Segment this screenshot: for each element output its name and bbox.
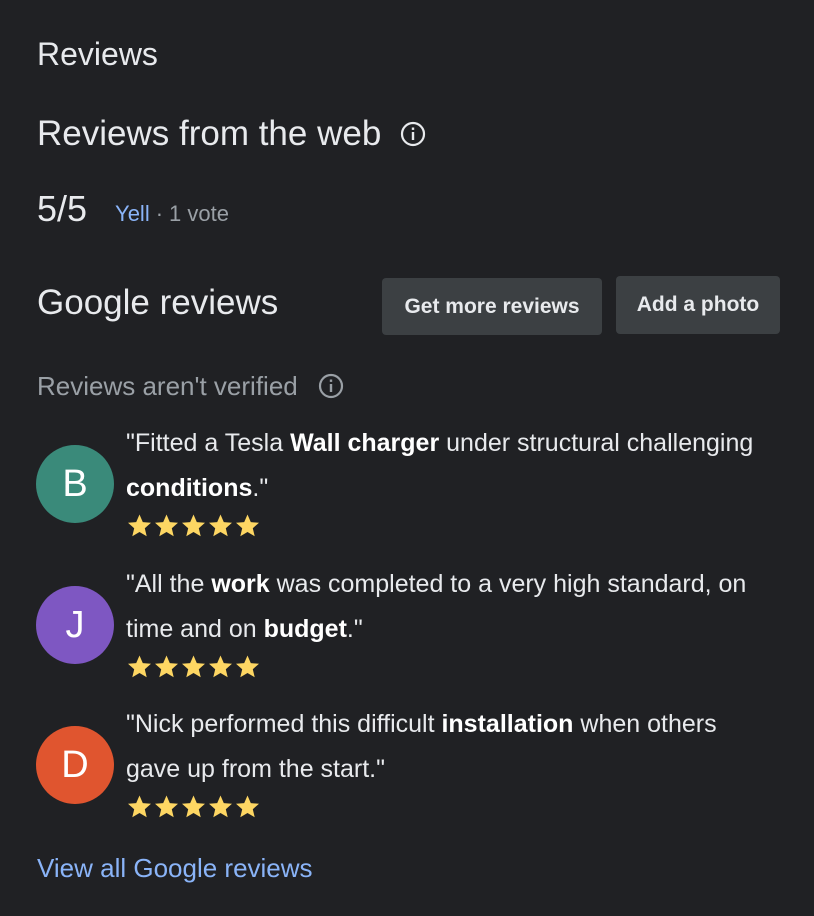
star-icon xyxy=(128,655,151,678)
review-text-segment: ." xyxy=(252,474,269,502)
unverified-note: Reviews aren't verified xyxy=(37,368,344,404)
page-title: Reviews xyxy=(37,36,158,72)
star-icon xyxy=(155,514,178,537)
vote-count: 1 vote xyxy=(169,201,229,226)
add-photo-button[interactable]: Add a photo xyxy=(616,276,780,334)
avatar[interactable]: B xyxy=(36,445,114,523)
rating-source-link[interactable]: Yell xyxy=(115,201,150,227)
review-text-segment: under structural challenging xyxy=(439,429,754,457)
review-keyword: Wall charger xyxy=(290,429,440,457)
review-text-segment: "Nick performed this difficult xyxy=(126,710,442,738)
info-icon[interactable] xyxy=(400,121,426,147)
avatar[interactable]: J xyxy=(36,586,114,664)
info-icon[interactable] xyxy=(318,373,344,399)
star-icon xyxy=(182,514,205,537)
star-icon xyxy=(209,655,232,678)
separator-dot: · xyxy=(155,201,164,226)
star-icon xyxy=(155,795,178,818)
rating-score: 5/5 xyxy=(37,188,88,229)
star-icon xyxy=(236,655,259,678)
web-reviews-heading: Reviews from the web xyxy=(37,111,426,157)
star-rating xyxy=(126,794,261,819)
review-text: "Nick performed this difficult installat… xyxy=(126,702,766,792)
review-text: "Fitted a Tesla Wall charger under struc… xyxy=(126,421,766,511)
unverified-note-label: Reviews aren't verified xyxy=(37,371,298,401)
review-keyword: budget xyxy=(263,615,347,643)
review-text-segment: ." xyxy=(346,615,363,643)
star-rating xyxy=(126,513,261,538)
star-icon xyxy=(209,795,232,818)
star-icon xyxy=(182,795,205,818)
star-icon xyxy=(236,514,259,537)
review-keyword: installation xyxy=(441,710,574,738)
get-more-reviews-button[interactable]: Get more reviews xyxy=(382,278,602,335)
web-rating-row: 5/5 Yell · 1 vote xyxy=(37,186,229,232)
google-reviews-heading: Google reviews xyxy=(37,283,279,322)
view-all-reviews-link[interactable]: View all Google reviews xyxy=(37,850,313,886)
avatar[interactable]: D xyxy=(36,726,114,804)
star-icon xyxy=(209,514,232,537)
web-reviews-heading-label: Reviews from the web xyxy=(37,114,382,153)
star-rating xyxy=(126,654,261,679)
star-icon xyxy=(236,795,259,818)
star-icon xyxy=(155,655,178,678)
star-icon xyxy=(182,655,205,678)
review-text-segment: "Fitted a Tesla xyxy=(126,429,291,457)
star-icon xyxy=(128,795,151,818)
reviews-panel: Reviews Reviews from the web 5/5 Yell · … xyxy=(0,0,814,916)
star-icon xyxy=(128,514,151,537)
review-keyword: conditions xyxy=(126,474,253,502)
review-keyword: work xyxy=(211,570,270,598)
review-text-segment: "All the xyxy=(126,570,212,598)
review-text: "All the work was completed to a very hi… xyxy=(126,562,766,652)
